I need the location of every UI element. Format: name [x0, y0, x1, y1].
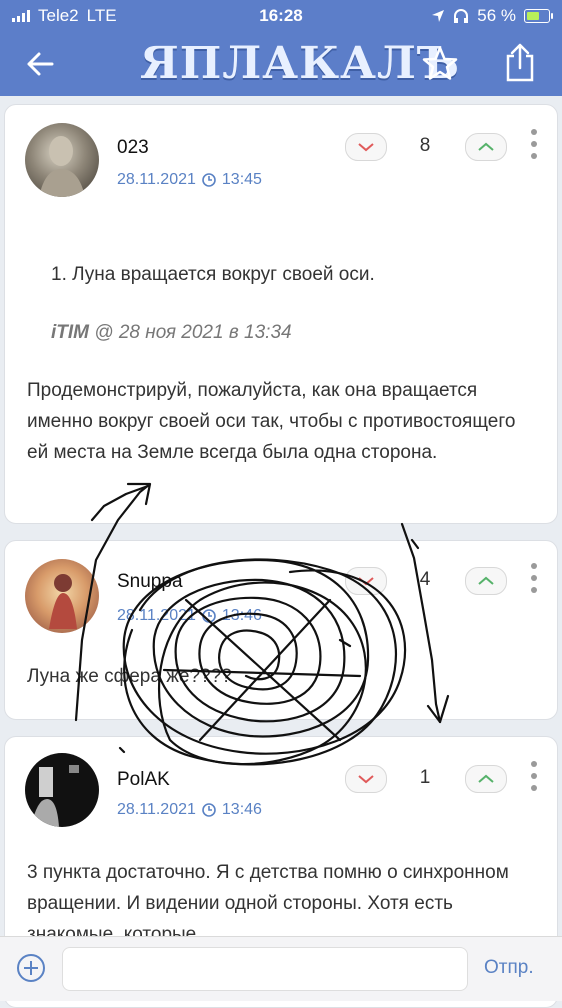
comment-input[interactable]	[62, 947, 468, 991]
comment-composer: Отпр.	[0, 936, 562, 1001]
comment-author[interactable]: Snuppa	[117, 571, 183, 593]
date-text: 28.11.2021	[117, 801, 196, 818]
chevron-up-icon	[478, 142, 494, 151]
clock-icon	[202, 609, 216, 623]
comment-card: Snuppa 28.11.2021 13:46 4 Луна же сфера …	[4, 540, 558, 720]
comment-card: 023 28.11.2021 13:45 8 1. Луна вращается…	[4, 104, 558, 524]
upvote-button[interactable]	[465, 765, 507, 793]
downvote-button[interactable]	[345, 567, 387, 595]
chevron-down-icon	[358, 577, 374, 586]
app-header: ЯПЛАКАЛЪ	[0, 32, 562, 96]
time-text: 13:46	[221, 801, 262, 818]
more-menu-icon[interactable]	[531, 563, 537, 599]
comment-date: 28.11.2021 13:45	[117, 171, 262, 189]
downvote-button[interactable]	[345, 133, 387, 161]
comment-date: 28.11.2021 13:46	[117, 607, 262, 625]
quote-author[interactable]: iTIM	[51, 322, 89, 343]
comment-score: 1	[419, 767, 431, 788]
time-text: 13:46	[221, 607, 262, 624]
comment-body: Продемонстрируй, пожалуйста, как она вра…	[27, 380, 516, 463]
comment-score: 4	[419, 569, 431, 590]
clock-icon	[202, 803, 216, 817]
chevron-up-icon	[478, 576, 494, 585]
quote-attribution: iTIM @ 28 ноя 2021 в 13:34	[51, 317, 531, 348]
send-button[interactable]: Отпр.	[484, 957, 534, 979]
site-logo[interactable]: ЯПЛАКАЛЪ	[140, 38, 460, 89]
avatar[interactable]	[25, 559, 99, 633]
comment-body: Луна же сфера же????	[27, 666, 232, 687]
battery-icon	[524, 9, 553, 23]
more-menu-icon[interactable]	[531, 761, 537, 797]
upvote-button[interactable]	[465, 133, 507, 161]
date-text: 28.11.2021	[117, 171, 196, 188]
upvote-button[interactable]	[465, 567, 507, 595]
headphones-icon	[454, 9, 469, 23]
chevron-up-icon	[478, 774, 494, 783]
status-bar: Tele2 LTE 16:28 56 %	[0, 0, 562, 32]
downvote-button[interactable]	[345, 765, 387, 793]
add-attachment-icon[interactable]	[16, 953, 46, 983]
clock-icon	[202, 173, 216, 187]
more-menu-icon[interactable]	[531, 129, 537, 165]
avatar[interactable]	[25, 753, 99, 827]
comment-author[interactable]: PolAK	[117, 769, 170, 791]
comment-author[interactable]: 023	[117, 137, 149, 159]
chevron-down-icon	[358, 775, 374, 784]
quote-meta: @ 28 ноя 2021 в 13:34	[94, 322, 292, 343]
time-text: 13:45	[221, 171, 262, 188]
comment-date: 28.11.2021 13:46	[117, 801, 262, 819]
quote-text: 1. Луна вращается вокруг своей оси.	[51, 264, 375, 285]
date-text: 28.11.2021	[117, 607, 196, 624]
star-icon[interactable]	[420, 44, 460, 84]
avatar[interactable]	[25, 123, 99, 197]
comment-score: 8	[419, 135, 431, 156]
chevron-down-icon	[358, 143, 374, 152]
share-icon[interactable]	[500, 42, 540, 84]
back-arrow-icon[interactable]	[22, 46, 58, 82]
battery-percent: 56 %	[477, 6, 516, 25]
location-icon	[432, 10, 445, 22]
